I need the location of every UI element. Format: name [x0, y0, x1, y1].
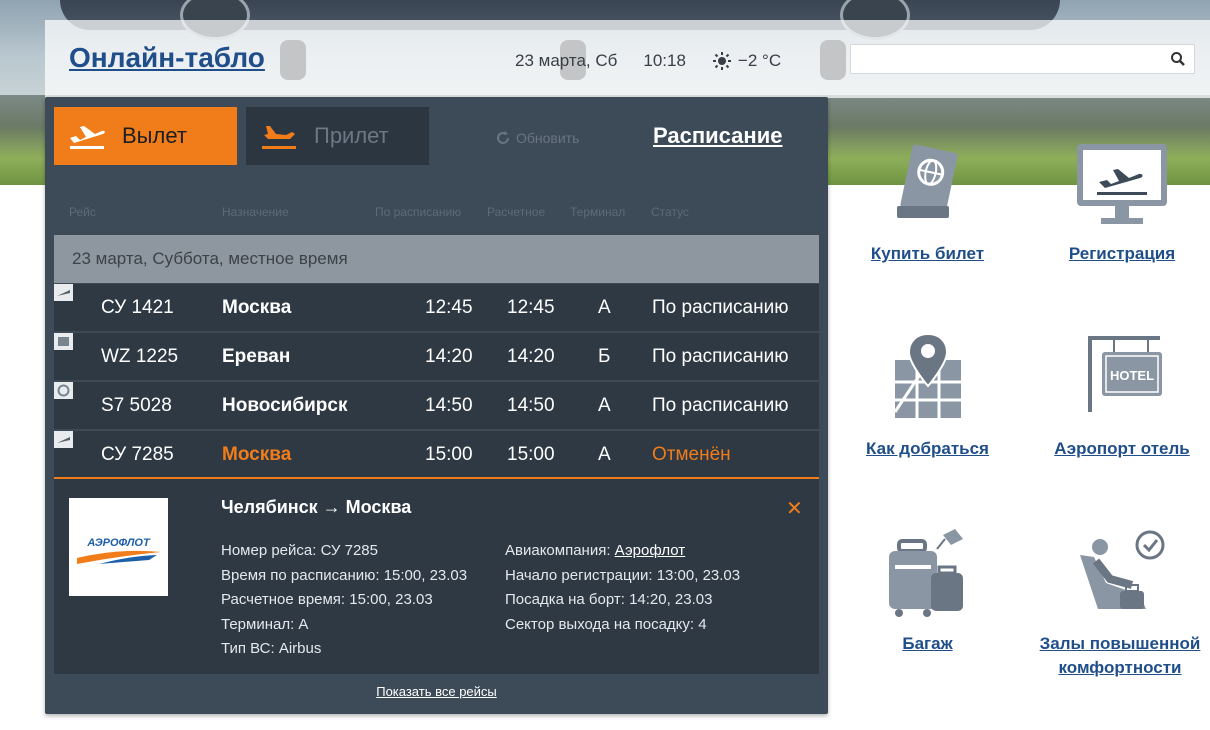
- destination: Москва: [222, 444, 292, 465]
- detail-gate: Сектор выхода на посадку: 4: [505, 615, 707, 633]
- passport-ticket-icon: [896, 144, 958, 218]
- service-checkin-label: Регистрация: [1068, 244, 1176, 263]
- destination: Новосибирск: [222, 395, 348, 416]
- tab-arrival-label: Прилет: [314, 123, 389, 148]
- airline-logo-icon: [54, 284, 73, 301]
- terminal: Б: [598, 346, 611, 367]
- service-buy-ticket-label: Купить билет: [870, 244, 985, 263]
- close-icon[interactable]: ✕: [786, 496, 803, 521]
- flight-number: WZ 1225: [101, 346, 179, 367]
- column-header-scheduled: По расписанию: [375, 205, 462, 219]
- column-header-status: Статус: [651, 205, 689, 219]
- scheduled-time: 14:50: [425, 395, 473, 416]
- service-buy-ticket[interactable]: Купить билет: [860, 140, 995, 266]
- search-icon[interactable]: [1170, 51, 1186, 67]
- airline-link[interactable]: Аэрофлот: [615, 542, 686, 559]
- estimated-time: 14:20: [507, 346, 555, 367]
- estimated-time: 14:50: [507, 395, 555, 416]
- detail-column-right: Авиакомпания: Аэрофлот Начало регистраци…: [505, 539, 740, 637]
- terminal: A: [598, 444, 611, 465]
- service-directions[interactable]: Как добраться: [855, 330, 1000, 461]
- destination: Москва: [222, 297, 292, 318]
- date-time-weather: 23 марта, Сб 10:18 −2 °C: [515, 51, 781, 71]
- estimated-time: 15:00: [507, 444, 555, 465]
- flight-board: Вылет Прилет Обновить Расписание Рейс На…: [45, 97, 828, 714]
- baggage-icon: [888, 529, 963, 617]
- service-directions-label: Как добраться: [866, 439, 989, 458]
- show-all-flights-link[interactable]: Показать все рейсы: [45, 684, 828, 699]
- detail-airline-label: Авиакомпания:: [505, 542, 611, 559]
- tab-arrival[interactable]: Прилет: [246, 107, 429, 165]
- refresh-button[interactable]: Обновить: [495, 130, 579, 146]
- aeroflot-logo: АЭРОФЛОТ: [69, 498, 168, 596]
- column-header-terminal: Терминал: [570, 205, 626, 219]
- date-banner: 23 марта, Суббота, местное время: [54, 235, 819, 283]
- detail-column-left: Номер рейса: СУ 7285 Время по расписанию…: [221, 539, 467, 662]
- detail-terminal: Терминал: A: [221, 615, 309, 633]
- flight-status: По расписанию: [652, 395, 789, 416]
- destination: Ереван: [222, 346, 291, 367]
- detail-aircraft: Тип ВС: Airbus: [221, 640, 322, 657]
- tab-departure-label: Вылет: [122, 123, 187, 148]
- refresh-icon: [497, 131, 509, 144]
- search-box: [850, 44, 1195, 74]
- detail-flight-number: Номер рейса: СУ 7285: [221, 542, 378, 559]
- detail-airline: Авиакомпания: Аэрофлот: [505, 539, 740, 564]
- terminal: A: [598, 297, 611, 318]
- airline-logo-icon: [54, 431, 73, 448]
- flight-status: По расписанию: [652, 297, 789, 318]
- sun-icon: [712, 52, 731, 70]
- table-row[interactable]: S7 5028 Новосибирск 14:50 14:50 A По рас…: [54, 382, 819, 430]
- map-pin-icon: [893, 332, 961, 418]
- schedule-link[interactable]: Расписание: [653, 123, 782, 149]
- service-hotel[interactable]: HOTEL Аэропорт отель: [1043, 330, 1201, 461]
- flight-detail-panel: АЭРОФЛОТ Челябинск → Москва ✕ Номер рейс…: [54, 479, 819, 674]
- service-checkin[interactable]: Регистрация: [1052, 140, 1192, 266]
- scheduled-time: 14:20: [425, 346, 473, 367]
- svg-text:АЭРОФЛОТ: АЭРОФЛОТ: [86, 537, 151, 549]
- monitor-plane-icon: [1077, 144, 1167, 224]
- service-lounges-label: Залы повышенной комфортности: [1039, 634, 1201, 677]
- hotel-sign-icon: HOTEL: [1088, 336, 1162, 412]
- scheduled-time: 15:00: [425, 444, 473, 465]
- airline-logo-icon: [54, 333, 73, 350]
- column-header-flight: Рейс: [69, 205, 96, 219]
- departure-plane-icon: [70, 126, 105, 149]
- page-title-link[interactable]: Онлайн-табло: [69, 42, 265, 74]
- detail-estimated-time: Расчетное время: 15:00, 23.03: [221, 591, 433, 608]
- table-row[interactable]: WZ 1225 Ереван 14:20 14:20 Б По расписан…: [54, 333, 819, 381]
- flight-status: По расписанию: [652, 346, 789, 367]
- current-time: 10:18: [643, 51, 686, 70]
- service-baggage-label: Багаж: [902, 634, 953, 653]
- search-input[interactable]: [851, 45, 1151, 73]
- service-baggage[interactable]: Багаж: [860, 525, 995, 656]
- refresh-label: Обновить: [516, 130, 580, 146]
- terminal: A: [598, 395, 611, 416]
- scheduled-time: 12:45: [425, 297, 473, 318]
- flight-route: Челябинск → Москва: [221, 497, 412, 517]
- svg-text:HOTEL: HOTEL: [1110, 368, 1154, 383]
- service-lounges[interactable]: Залы повышенной комфортности: [1030, 525, 1210, 680]
- tab-departure[interactable]: Вылет: [54, 107, 237, 165]
- detail-checkin-start: Начало регистрации: 13:00, 23.03: [505, 566, 741, 584]
- airline-logo-icon: [54, 382, 73, 399]
- flight-number: СУ 1421: [101, 297, 174, 318]
- estimated-time: 12:45: [507, 297, 555, 318]
- detail-boarding: Посадка на борт: 14:20, 23.03: [505, 591, 713, 608]
- arrival-plane-icon: [262, 126, 296, 149]
- top-bar: Онлайн-табло 23 марта, Сб 10:18 −2 °C: [45, 20, 1210, 98]
- detail-scheduled-time: Время по расписанию: 15:00, 23.03: [221, 566, 468, 584]
- temperature: −2 °C: [737, 51, 782, 70]
- lounge-seat-icon: [1080, 530, 1165, 609]
- weather: −2 °C: [712, 51, 781, 71]
- table-row[interactable]: СУ 1421 Москва 12:45 12:45 A По расписан…: [54, 284, 819, 332]
- column-header-destination: Назначение: [222, 205, 289, 219]
- flight-status: Отменён: [652, 444, 731, 465]
- table-row-selected[interactable]: СУ 7285 Москва 15:00 15:00 A Отменён: [54, 431, 819, 479]
- service-hotel-label: Аэропорт отель: [1054, 439, 1190, 458]
- column-header-estimated: Расчетное: [487, 205, 546, 219]
- flight-number: S7 5028: [101, 395, 172, 416]
- flight-number: СУ 7285: [101, 444, 174, 465]
- current-date: 23 марта, Сб: [515, 51, 618, 70]
